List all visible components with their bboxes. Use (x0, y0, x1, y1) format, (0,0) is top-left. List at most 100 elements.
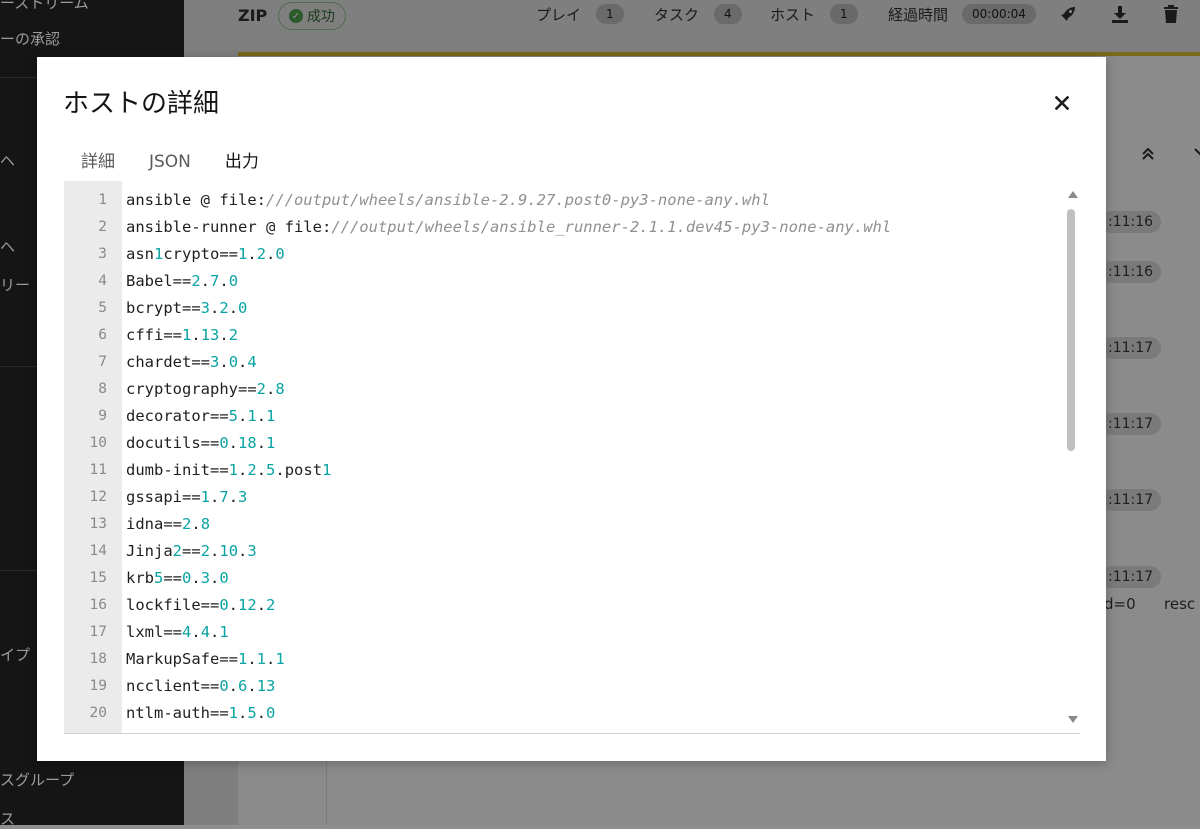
sidebar-item[interactable]: スグループ (0, 769, 74, 790)
modal-title: ホストの詳細 (63, 89, 220, 119)
sidebar-item[interactable]: ス (0, 808, 15, 829)
code-line: 14 Jinja2==2.10.3 (64, 538, 1064, 565)
tasks-count: 4 (714, 4, 742, 24)
code-line: 19 ncclient==0.6.13 (64, 673, 1064, 700)
code-line: 16 lockfile==0.12.2 (64, 592, 1064, 619)
status-badge: ✓ 成功 (278, 2, 346, 30)
line-number: 3 (98, 246, 107, 262)
code-text: asn1crypto==1.2.0 (126, 245, 285, 263)
code-line: 13 idna==2.8 (64, 511, 1064, 538)
job-header: ZIP ✓ 成功 プレイ 1 タスク 4 ホスト 1 経過時間 00:00:04 (210, 0, 1200, 44)
log-text: resc (1164, 595, 1196, 613)
line-number: 16 (89, 597, 107, 613)
line-number: 14 (89, 543, 107, 559)
elapsed-label: 経過時間 (888, 6, 949, 24)
log-timestamp: :11:17 (1100, 566, 1162, 588)
code-line: 11 dumb-init==1.2.5.post1 (64, 457, 1064, 484)
code-line: 3 asn1crypto==1.2.0 (64, 241, 1064, 268)
log-text: d=0 (1104, 595, 1136, 613)
code-line: 2 ansible-runner @ file:///output/wheels/… (64, 214, 1064, 241)
tab-output[interactable]: 出力 (207, 143, 276, 184)
plays-label: プレイ (536, 6, 582, 24)
log-timestamp: :11:17 (1100, 489, 1162, 511)
tasks-label: タスク (654, 6, 700, 24)
tab-json[interactable]: JSON (132, 143, 208, 184)
sidebar-item[interactable]: ーストリーム (0, 0, 89, 13)
log-timestamp: :11:17 (1100, 337, 1162, 359)
line-number: 11 (89, 462, 107, 478)
code-line: 5 bcrypt==3.2.0 (64, 295, 1064, 322)
code-line: 20 ntlm-auth==1.5.0 (64, 700, 1064, 727)
code-line: 18 MarkupSafe==1.1.1 (64, 646, 1064, 673)
code-line: 6 cffi==1.13.2 (64, 322, 1064, 349)
sidebar-item[interactable]: ヘ (0, 236, 15, 257)
code-line: 4 Babel==2.7.0 (64, 268, 1064, 295)
line-number: 8 (98, 381, 107, 397)
modal-tabs: 詳細 JSON 出力 (63, 143, 276, 184)
elapsed-time: 00:00:04 (962, 4, 1036, 24)
sidebar-item[interactable]: ヘ (0, 150, 15, 171)
line-number: 5 (98, 300, 107, 316)
line-number: 17 (89, 624, 107, 640)
code-lines: 1 ansible @ file:///output/wheels/ansible… (64, 187, 1064, 727)
code-text: Jinja2==2.10.3 (126, 542, 257, 560)
trash-icon[interactable] (1162, 4, 1180, 29)
line-number: 10 (89, 435, 107, 451)
log-timestamp: :11:16 (1100, 261, 1162, 283)
code-text: idna==2.8 (126, 515, 211, 533)
code-line: 8 cryptography==2.8 (64, 376, 1064, 403)
code-line: 1 ansible @ file:///output/wheels/ansible… (64, 187, 1064, 214)
code-text: cffi==1.13.2 (126, 326, 239, 344)
expand-all-icon[interactable] (1192, 146, 1200, 167)
output-code-editor[interactable]: 1 ansible @ file:///output/wheels/ansible… (64, 181, 1080, 734)
scroll-up-arrow-icon[interactable] (1068, 191, 1078, 198)
plays-count: 1 (596, 4, 624, 24)
code-line: 10 docutils==0.18.1 (64, 430, 1064, 457)
code-text: ansible-runner @ file:///output/wheels/a… (126, 218, 892, 236)
code-text: dumb-init==1.2.5.post1 (126, 461, 332, 479)
sidebar-item[interactable]: リー (0, 274, 30, 295)
log-timestamp: :11:17 (1100, 413, 1162, 435)
log-timestamp: :11:16 (1100, 211, 1162, 233)
code-text: ntlm-auth==1.5.0 (126, 704, 276, 722)
code-text: cryptography==2.8 (126, 380, 285, 398)
code-text: decorator==5.1.1 (126, 407, 276, 425)
line-number: 1 (98, 192, 107, 208)
code-line: 7 chardet==3.0.4 (64, 349, 1064, 376)
editor-scrollbar[interactable] (1064, 181, 1080, 733)
line-number: 4 (98, 273, 107, 289)
code-text: docutils==0.18.1 (126, 434, 276, 452)
code-line: 9 decorator==5.1.1 (64, 403, 1064, 430)
line-number: 20 (89, 705, 107, 721)
check-icon: ✓ (289, 9, 303, 23)
code-line: 15 krb5==0.3.0 (64, 565, 1064, 592)
host-details-modal: ホストの詳細 詳細 JSON 出力 1 ansible @ file:///out… (37, 57, 1106, 761)
line-number: 18 (89, 651, 107, 667)
code-text: krb5==0.3.0 (126, 569, 229, 587)
line-number: 12 (89, 489, 107, 505)
code-text: lockfile==0.12.2 (126, 596, 276, 614)
code-text: Babel==2.7.0 (126, 272, 239, 290)
download-icon[interactable] (1110, 4, 1130, 29)
sidebar-item[interactable]: イプ (0, 644, 30, 665)
code-text: bcrypt==3.2.0 (126, 299, 248, 317)
line-number: 9 (98, 408, 107, 424)
close-button[interactable] (1050, 91, 1074, 115)
code-text: ansible @ file:///output/wheels/ansible-… (126, 191, 770, 209)
code-text: chardet==3.0.4 (126, 353, 257, 371)
scroll-down-arrow-icon[interactable] (1068, 716, 1078, 723)
job-name: ZIP (238, 6, 268, 25)
sidebar-item[interactable]: ーの承認 (0, 28, 60, 49)
tab-details[interactable]: 詳細 (63, 143, 132, 184)
line-number: 7 (98, 354, 107, 370)
hosts-label: ホスト (770, 6, 816, 24)
line-number: 19 (89, 678, 107, 694)
code-line: 12 gssapi==1.7.3 (64, 484, 1064, 511)
line-number: 2 (98, 219, 107, 235)
collapse-all-icon[interactable] (1140, 146, 1156, 167)
code-line: 17 lxml==4.4.1 (64, 619, 1064, 646)
rocket-icon[interactable] (1058, 4, 1078, 29)
code-text: ncclient==0.6.13 (126, 677, 276, 695)
scrollbar-thumb[interactable] (1067, 209, 1075, 451)
line-number: 15 (89, 570, 107, 586)
